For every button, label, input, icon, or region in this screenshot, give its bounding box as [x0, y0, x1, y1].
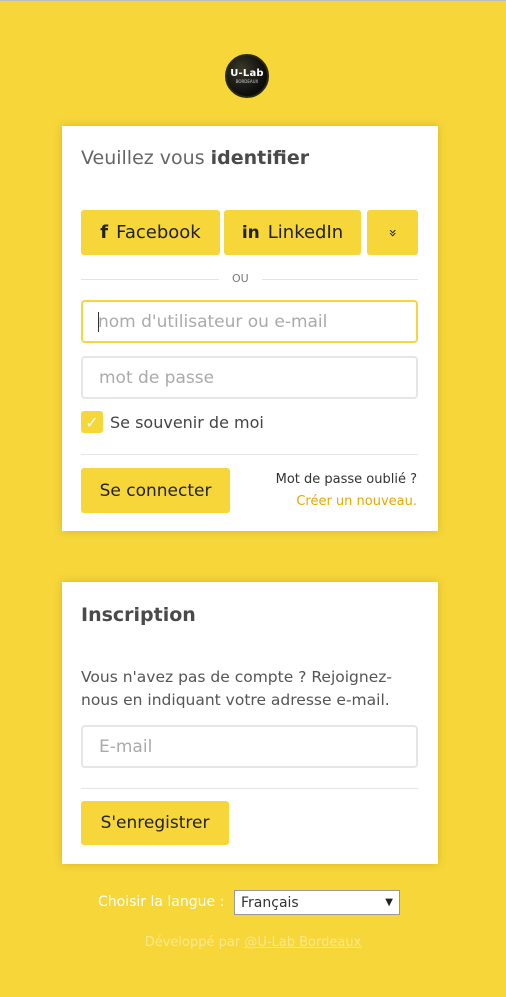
language-select[interactable]: Français ▼	[234, 890, 400, 915]
separator-line-right	[262, 279, 418, 280]
password-placeholder: mot de passe	[99, 367, 215, 388]
login-card: Veuillez vous identifier f Facebook in L…	[62, 126, 438, 531]
facebook-icon: f	[100, 222, 109, 243]
facebook-label: Facebook	[116, 222, 201, 243]
chevron-double-down-icon: »	[384, 228, 401, 237]
password-input[interactable]: mot de passe	[81, 356, 418, 399]
email-input[interactable]: E-mail	[81, 725, 418, 768]
logo-subtitle: BORDEAUX	[235, 79, 259, 84]
forgot-password-text: Mot de passe oublié ?	[275, 472, 417, 487]
username-input[interactable]: nom d'utilisateur ou e-mail	[81, 300, 418, 343]
login-title-prefix: Veuillez vous	[81, 147, 205, 169]
email-placeholder: E-mail	[99, 736, 153, 757]
login-button-label: Se connecter	[99, 480, 212, 501]
separator-text: OU	[232, 272, 249, 285]
checkmark-icon: ✓	[85, 412, 99, 432]
register-description: Vous n'avez pas de compte ? Rejoignez-no…	[81, 668, 392, 709]
login-title: Veuillez vous identifier	[81, 147, 309, 169]
linkedin-label: LinkedIn	[267, 222, 344, 243]
remember-me-label: Se souvenir de moi	[110, 413, 264, 432]
language-selected: Français	[241, 894, 299, 911]
divider	[81, 454, 418, 455]
remember-me-checkbox[interactable]: ✓	[81, 411, 103, 433]
separator-line-left	[81, 279, 219, 280]
login-title-bold: identifier	[210, 147, 310, 169]
register-title: Inscription	[81, 604, 196, 626]
top-border	[0, 0, 506, 1]
footer-prefix: Développé par	[144, 935, 245, 950]
linkedin-icon: in	[241, 222, 260, 243]
create-password-link[interactable]: Créer un nouveau.	[296, 494, 417, 509]
facebook-button[interactable]: f Facebook	[81, 210, 220, 255]
language-label: Choisir la langue :	[98, 894, 225, 910]
register-button-label: S'enregistrer	[100, 813, 210, 833]
more-providers-button[interactable]: »	[367, 210, 418, 255]
logo-title: U-Lab	[230, 68, 264, 79]
dropdown-arrow-icon: ▼	[385, 897, 393, 908]
register-button[interactable]: S'enregistrer	[81, 801, 229, 845]
divider	[81, 788, 418, 789]
ulab-logo: U-Lab BORDEAUX	[225, 54, 269, 98]
linkedin-button[interactable]: in LinkedIn	[224, 210, 361, 255]
footer-link[interactable]: @U-Lab Bordeaux	[244, 935, 361, 950]
footer: Développé par @U-Lab Bordeaux	[0, 935, 506, 950]
register-card: Inscription Vous n'avez pas de compte ? …	[62, 582, 438, 864]
username-placeholder: nom d'utilisateur ou e-mail	[98, 311, 328, 332]
login-button[interactable]: Se connecter	[81, 468, 230, 513]
